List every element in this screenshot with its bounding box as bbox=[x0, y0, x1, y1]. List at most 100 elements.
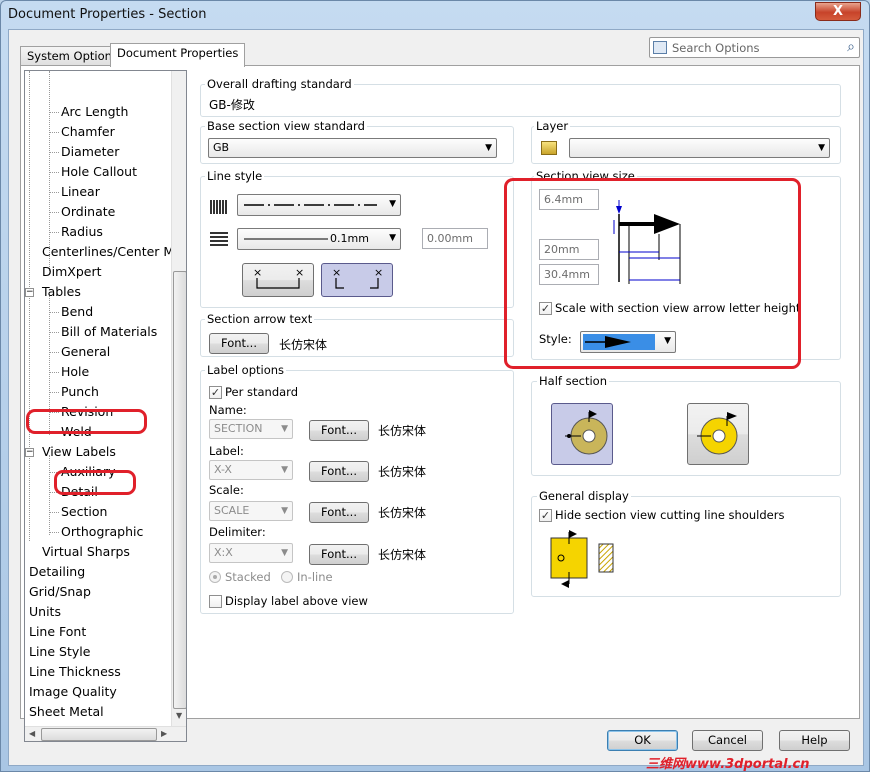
line-with-shoulders-button[interactable]: × × bbox=[242, 263, 314, 297]
overall-standard-label: Overall drafting standard bbox=[205, 77, 354, 91]
scale-font-button[interactable]: Font... bbox=[309, 502, 369, 523]
tree-item-arc-length[interactable]: Arc Length bbox=[61, 104, 128, 119]
watermark-text: 三维网www.3dportal.cn bbox=[646, 757, 810, 772]
display-label-above-checkbox[interactable] bbox=[209, 595, 222, 608]
scale-field-label: Scale: bbox=[209, 483, 244, 497]
tree-item-hole[interactable]: Hole bbox=[61, 364, 89, 379]
line-without-shoulders-button[interactable]: × × bbox=[321, 263, 393, 297]
base-standard-label: Base section view standard bbox=[205, 119, 367, 133]
name-select[interactable]: SECTION ▼ bbox=[209, 419, 293, 439]
dropdown-arrow-icon: ▼ bbox=[389, 233, 396, 243]
tree-item-line-thickness[interactable]: Line Thickness bbox=[29, 664, 121, 679]
dropdown-arrow-icon: ▼ bbox=[281, 548, 288, 558]
label-field-label: Label: bbox=[209, 444, 244, 458]
annotation-highlight-section-view-size bbox=[504, 178, 801, 369]
scale-value: SCALE bbox=[214, 504, 250, 517]
line-style-label: Line style bbox=[205, 169, 265, 183]
custom-thickness-input[interactable]: 0.00mm bbox=[422, 228, 488, 249]
magnifier-icon[interactable]: ⌕ bbox=[847, 39, 855, 55]
tree-item-virtual-sharps[interactable]: Virtual Sharps bbox=[42, 544, 130, 559]
tree-item-section[interactable]: Section bbox=[61, 504, 107, 519]
name-font-button[interactable]: Font... bbox=[309, 420, 369, 441]
delimiter-value: X:X bbox=[214, 546, 233, 559]
tree-item-orthographic[interactable]: Orthographic bbox=[61, 524, 143, 539]
tree-item-general[interactable]: General bbox=[61, 344, 110, 359]
tree-item-line-font[interactable]: Line Font bbox=[29, 624, 86, 639]
delimiter-select[interactable]: X:X ▼ bbox=[209, 543, 293, 563]
overall-standard-value: GB-修改 bbox=[209, 98, 255, 112]
half-section-option-1[interactable] bbox=[551, 403, 613, 465]
dialog-window: Document Properties - Section X System O… bbox=[0, 0, 870, 772]
inline-label: In-line bbox=[297, 570, 333, 584]
stacked-radio[interactable] bbox=[209, 571, 221, 583]
base-standard-select[interactable]: GB ▼ bbox=[208, 138, 497, 158]
tree-item-ordinate[interactable]: Ordinate bbox=[61, 204, 115, 219]
tree-item-dimxpert[interactable]: DimXpert bbox=[42, 264, 102, 279]
dropdown-arrow-icon: ▼ bbox=[281, 465, 288, 475]
thickness-value: 0.1mm bbox=[330, 232, 369, 245]
title-bar[interactable]: Document Properties - Section X bbox=[1, 1, 869, 29]
per-standard-checkbox[interactable]: ✓ bbox=[209, 386, 222, 399]
delimiter-field-label: Delimiter: bbox=[209, 525, 266, 539]
arrow-text-font-button[interactable]: Font... bbox=[209, 333, 269, 354]
label-font-button[interactable]: Font... bbox=[309, 461, 369, 482]
delimiter-font-button[interactable]: Font... bbox=[309, 544, 369, 565]
scale-select[interactable]: SCALE ▼ bbox=[209, 501, 293, 521]
scroll-left-icon[interactable]: ◀ bbox=[29, 729, 35, 738]
label-select[interactable]: X-X ▼ bbox=[209, 460, 293, 480]
scroll-down-icon[interactable]: ▼ bbox=[176, 711, 182, 720]
layer-select[interactable]: ▼ bbox=[569, 138, 830, 158]
tree-item-bill-of-materials[interactable]: Bill of Materials bbox=[61, 324, 157, 339]
tree-item-image-quality[interactable]: Image Quality bbox=[29, 684, 117, 699]
tab-document-properties[interactable]: Document Properties bbox=[110, 43, 246, 67]
tree-item-sheet-metal[interactable]: Sheet Metal bbox=[29, 704, 104, 719]
tree-item-linear[interactable]: Linear bbox=[61, 184, 100, 199]
tree-item-diameter[interactable]: Diameter bbox=[61, 144, 119, 159]
tree-vertical-scrollbar[interactable]: ▼ bbox=[171, 71, 186, 726]
half-section-circle-icon-2 bbox=[697, 412, 738, 455]
hide-shoulders-checkbox[interactable]: ✓ bbox=[539, 509, 552, 522]
cancel-button[interactable]: Cancel bbox=[692, 730, 763, 751]
tree-item-radius[interactable]: Radius bbox=[61, 224, 103, 239]
svg-text:×: × bbox=[253, 266, 262, 279]
inline-radio[interactable] bbox=[281, 571, 293, 583]
line-font-icon bbox=[210, 200, 228, 214]
options-tree[interactable]: Arc Length Chamfer Diameter Hole Callout… bbox=[24, 70, 187, 742]
dropdown-arrow-icon: ▼ bbox=[281, 424, 288, 434]
tree-item-view-labels[interactable]: View Labels bbox=[42, 444, 116, 459]
tables-collapse-toggle[interactable]: − bbox=[25, 288, 34, 297]
dropdown-arrow-icon: ▼ bbox=[818, 143, 825, 153]
svg-text:×: × bbox=[374, 266, 383, 279]
thickness-line-preview bbox=[244, 238, 328, 240]
stacked-label: Stacked bbox=[225, 570, 271, 584]
tree-item-units[interactable]: Units bbox=[29, 604, 61, 619]
tree-item-detailing[interactable]: Detailing bbox=[29, 564, 85, 579]
tree-item-tables[interactable]: Tables bbox=[42, 284, 81, 299]
tree-horizontal-scrollbar[interactable]: ◀ ▶ bbox=[25, 726, 186, 741]
ok-button[interactable]: OK bbox=[607, 730, 678, 751]
label-value: X-X bbox=[214, 463, 232, 476]
delimiter-font-name: 长仿宋体 bbox=[378, 548, 427, 562]
tree-item-hole-callout[interactable]: Hole Callout bbox=[61, 164, 137, 179]
tree-item-chamfer[interactable]: Chamfer bbox=[61, 124, 115, 139]
display-label-above-label: Display label above view bbox=[225, 594, 368, 608]
dropdown-arrow-icon: ▼ bbox=[389, 199, 396, 209]
line-thickness-select[interactable]: 0.1mm ▼ bbox=[237, 228, 401, 250]
cutting-line-no-shoulders-icon: × × bbox=[332, 266, 383, 289]
tree-scroll-thumb[interactable] bbox=[173, 271, 186, 709]
close-button[interactable]: X bbox=[815, 2, 861, 21]
tree-item-bend[interactable]: Bend bbox=[61, 304, 93, 319]
tree-item-punch[interactable]: Punch bbox=[61, 384, 99, 399]
view-labels-collapse-toggle[interactable]: − bbox=[25, 448, 34, 457]
scroll-right-icon[interactable]: ▶ bbox=[161, 729, 167, 738]
help-button[interactable]: Help bbox=[779, 730, 850, 751]
tree-item-centerlines[interactable]: Centerlines/Center M bbox=[42, 244, 174, 259]
cutting-line-shoulders-icon: × × bbox=[253, 266, 304, 289]
tree-item-line-style[interactable]: Line Style bbox=[29, 644, 90, 659]
search-options-box[interactable]: Search Options ⌕ bbox=[649, 37, 860, 58]
search-input[interactable]: Search Options bbox=[672, 41, 760, 55]
tree-hscroll-thumb[interactable] bbox=[41, 728, 157, 741]
tree-item-grid-snap[interactable]: Grid/Snap bbox=[29, 584, 91, 599]
half-section-option-2[interactable] bbox=[687, 403, 749, 465]
line-font-select[interactable]: ▼ bbox=[237, 194, 401, 216]
